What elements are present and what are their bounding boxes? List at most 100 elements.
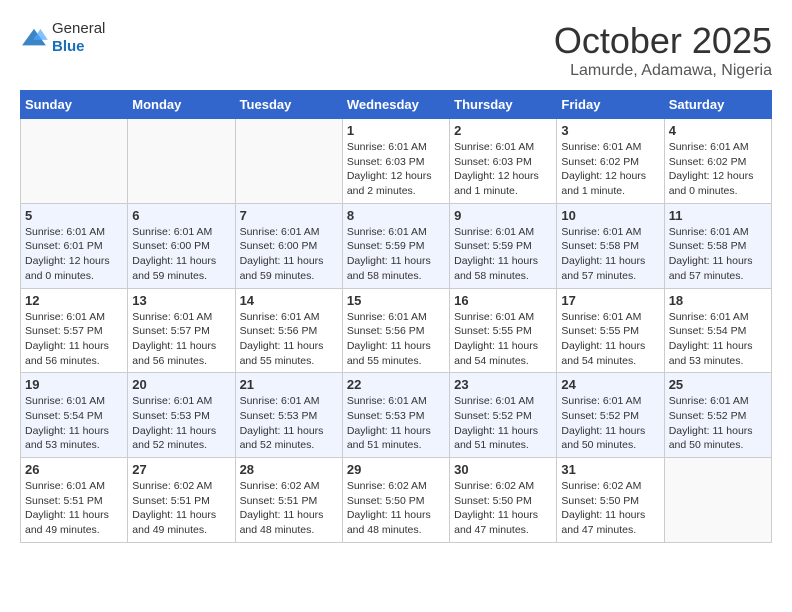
- calendar-cell: 25 Sunrise: 6:01 AMSunset: 5:52 PMDayligh…: [664, 373, 771, 458]
- day-info: Sunrise: 6:01 AMSunset: 5:58 PMDaylight:…: [669, 225, 767, 284]
- weekday-header-tuesday: Tuesday: [235, 91, 342, 119]
- day-info: Sunrise: 6:01 AMSunset: 5:54 PMDaylight:…: [669, 310, 767, 369]
- calendar-cell: 18 Sunrise: 6:01 AMSunset: 5:54 PMDayligh…: [664, 288, 771, 373]
- day-number: 1: [347, 123, 445, 138]
- day-number: 19: [25, 377, 123, 392]
- day-info: Sunrise: 6:01 AMSunset: 6:00 PMDaylight:…: [240, 225, 338, 284]
- day-number: 25: [669, 377, 767, 392]
- calendar-cell: [664, 458, 771, 543]
- day-number: 30: [454, 462, 552, 477]
- month-title: October 2025: [554, 20, 772, 62]
- day-info: Sunrise: 6:01 AMSunset: 5:52 PMDaylight:…: [561, 394, 659, 453]
- day-info: Sunrise: 6:01 AMSunset: 5:56 PMDaylight:…: [240, 310, 338, 369]
- day-number: 2: [454, 123, 552, 138]
- day-number: 14: [240, 293, 338, 308]
- calendar-cell: 14 Sunrise: 6:01 AMSunset: 5:56 PMDayligh…: [235, 288, 342, 373]
- calendar-cell: [21, 119, 128, 204]
- logo-blue: Blue: [52, 38, 85, 55]
- calendar-table: SundayMondayTuesdayWednesdayThursdayFrid…: [20, 90, 772, 543]
- day-number: 10: [561, 208, 659, 223]
- calendar-cell: 29Sunrise: 6:02 AMSunset: 5:50 PMDayligh…: [342, 458, 449, 543]
- day-number: 7: [240, 208, 338, 223]
- day-number: 21: [240, 377, 338, 392]
- day-number: 15: [347, 293, 445, 308]
- logo-icon: [20, 27, 48, 49]
- calendar-cell: 27 Sunrise: 6:02 AMSunset: 5:51 PMDayligh…: [128, 458, 235, 543]
- day-info: Sunrise: 6:01 AMSunset: 5:55 PMDaylight:…: [561, 310, 659, 369]
- day-info: Sunrise: 6:01 AMSunset: 5:55 PMDaylight:…: [454, 310, 552, 369]
- week-row-5: 26 Sunrise: 6:01 AMSunset: 5:51 PMDayligh…: [21, 458, 772, 543]
- day-number: 28: [240, 462, 338, 477]
- weekday-header-sunday: Sunday: [21, 91, 128, 119]
- calendar-cell: 1 Sunrise: 6:01 AMSunset: 6:03 PMDaylight…: [342, 119, 449, 204]
- calendar-cell: 11Sunrise: 6:01 AMSunset: 5:58 PMDayligh…: [664, 203, 771, 288]
- day-info: Sunrise: 6:01 AMSunset: 5:54 PMDaylight:…: [25, 394, 123, 453]
- day-info: Sunrise: 6:01 AMSunset: 5:52 PMDaylight:…: [454, 394, 552, 453]
- day-info: Sunrise: 6:02 AMSunset: 5:50 PMDaylight:…: [454, 479, 552, 538]
- day-number: 17: [561, 293, 659, 308]
- calendar-cell: 26 Sunrise: 6:01 AMSunset: 5:51 PMDayligh…: [21, 458, 128, 543]
- day-number: 13: [132, 293, 230, 308]
- day-number: 18: [669, 293, 767, 308]
- calendar-cell: 9 Sunrise: 6:01 AMSunset: 5:59 PMDaylight…: [450, 203, 557, 288]
- calendar-cell: 3Sunrise: 6:01 AMSunset: 6:02 PMDaylight…: [557, 119, 664, 204]
- day-info: Sunrise: 6:01 AMSunset: 6:01 PMDaylight:…: [25, 225, 123, 284]
- weekday-header-monday: Monday: [128, 91, 235, 119]
- calendar-cell: 2 Sunrise: 6:01 AMSunset: 6:03 PMDaylight…: [450, 119, 557, 204]
- week-row-3: 12 Sunrise: 6:01 AMSunset: 5:57 PMDayligh…: [21, 288, 772, 373]
- day-info: Sunrise: 6:02 AMSunset: 5:50 PMDaylight:…: [561, 479, 659, 538]
- calendar-cell: 28 Sunrise: 6:02 AMSunset: 5:51 PMDayligh…: [235, 458, 342, 543]
- calendar-cell: 7 Sunrise: 6:01 AMSunset: 6:00 PMDaylight…: [235, 203, 342, 288]
- logo: General Blue: [20, 20, 105, 56]
- calendar-cell: 31Sunrise: 6:02 AMSunset: 5:50 PMDayligh…: [557, 458, 664, 543]
- day-number: 16: [454, 293, 552, 308]
- weekday-header-thursday: Thursday: [450, 91, 557, 119]
- day-number: 12: [25, 293, 123, 308]
- title-block: October 2025 Lamurde, Adamawa, Nigeria: [554, 20, 772, 80]
- weekday-header-wednesday: Wednesday: [342, 91, 449, 119]
- page-header: General Blue October 2025 Lamurde, Adama…: [20, 20, 772, 80]
- logo-text: General Blue: [52, 20, 105, 56]
- day-info: Sunrise: 6:01 AMSunset: 6:03 PMDaylight:…: [454, 140, 552, 199]
- day-info: Sunrise: 6:02 AMSunset: 5:51 PMDaylight:…: [240, 479, 338, 538]
- day-number: 26: [25, 462, 123, 477]
- day-number: 5: [25, 208, 123, 223]
- day-number: 24: [561, 377, 659, 392]
- location: Lamurde, Adamawa, Nigeria: [554, 62, 772, 80]
- day-number: 9: [454, 208, 552, 223]
- calendar-cell: 12 Sunrise: 6:01 AMSunset: 5:57 PMDayligh…: [21, 288, 128, 373]
- day-number: 22: [347, 377, 445, 392]
- day-info: Sunrise: 6:01 AMSunset: 6:00 PMDaylight:…: [132, 225, 230, 284]
- day-info: Sunrise: 6:01 AMSunset: 5:52 PMDaylight:…: [669, 394, 767, 453]
- day-number: 29: [347, 462, 445, 477]
- day-number: 20: [132, 377, 230, 392]
- day-info: Sunrise: 6:01 AMSunset: 5:57 PMDaylight:…: [25, 310, 123, 369]
- calendar-cell: [128, 119, 235, 204]
- day-info: Sunrise: 6:02 AMSunset: 5:51 PMDaylight:…: [132, 479, 230, 538]
- day-info: Sunrise: 6:01 AMSunset: 5:59 PMDaylight:…: [454, 225, 552, 284]
- logo-general: General: [52, 20, 105, 37]
- calendar-cell: 30 Sunrise: 6:02 AMSunset: 5:50 PMDayligh…: [450, 458, 557, 543]
- calendar-cell: 13 Sunrise: 6:01 AMSunset: 5:57 PMDayligh…: [128, 288, 235, 373]
- day-number: 4: [669, 123, 767, 138]
- calendar-cell: [235, 119, 342, 204]
- calendar-cell: 22Sunrise: 6:01 AMSunset: 5:53 PMDayligh…: [342, 373, 449, 458]
- day-info: Sunrise: 6:01 AMSunset: 5:59 PMDaylight:…: [347, 225, 445, 284]
- day-number: 8: [347, 208, 445, 223]
- calendar-cell: 20Sunrise: 6:01 AMSunset: 5:53 PMDayligh…: [128, 373, 235, 458]
- weekday-header-row: SundayMondayTuesdayWednesdayThursdayFrid…: [21, 91, 772, 119]
- day-number: 6: [132, 208, 230, 223]
- day-info: Sunrise: 6:01 AMSunset: 6:03 PMDaylight:…: [347, 140, 445, 199]
- day-number: 23: [454, 377, 552, 392]
- day-info: Sunrise: 6:01 AMSunset: 5:57 PMDaylight:…: [132, 310, 230, 369]
- week-row-2: 5 Sunrise: 6:01 AMSunset: 6:01 PMDaylight…: [21, 203, 772, 288]
- day-number: 27: [132, 462, 230, 477]
- day-info: Sunrise: 6:01 AMSunset: 5:53 PMDaylight:…: [240, 394, 338, 453]
- weekday-header-saturday: Saturday: [664, 91, 771, 119]
- calendar-cell: 21 Sunrise: 6:01 AMSunset: 5:53 PMDayligh…: [235, 373, 342, 458]
- week-row-1: 1 Sunrise: 6:01 AMSunset: 6:03 PMDaylight…: [21, 119, 772, 204]
- calendar-cell: 17 Sunrise: 6:01 AMSunset: 5:55 PMDayligh…: [557, 288, 664, 373]
- calendar-cell: 15Sunrise: 6:01 AMSunset: 5:56 PMDayligh…: [342, 288, 449, 373]
- day-info: Sunrise: 6:01 AMSunset: 5:51 PMDaylight:…: [25, 479, 123, 538]
- calendar-cell: 10Sunrise: 6:01 AMSunset: 5:58 PMDayligh…: [557, 203, 664, 288]
